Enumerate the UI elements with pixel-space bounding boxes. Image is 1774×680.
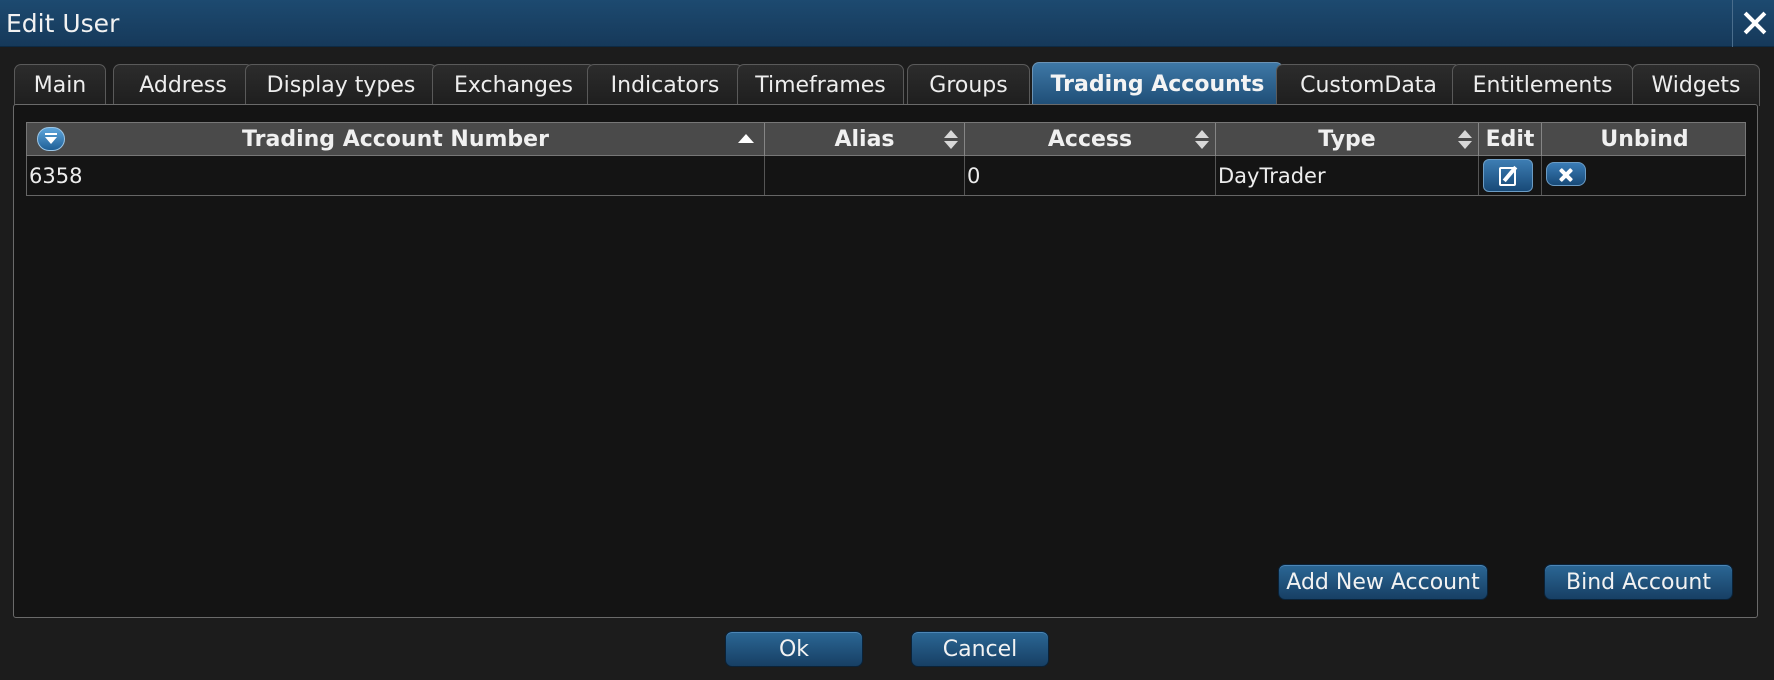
- trading-accounts-grid: Trading Account Number Alias Access Type…: [26, 122, 1746, 196]
- tab-customdata[interactable]: CustomData: [1276, 64, 1461, 106]
- tab-address[interactable]: Address: [113, 64, 253, 106]
- header-trading-account-number[interactable]: Trading Account Number: [27, 123, 765, 156]
- sort-icon: [1458, 130, 1472, 150]
- cell-edit: [1479, 156, 1542, 195]
- header-type[interactable]: Type: [1216, 123, 1479, 156]
- tab-exchanges[interactable]: Exchanges: [432, 64, 595, 106]
- ok-button[interactable]: Ok: [725, 631, 863, 667]
- tab-entitlements[interactable]: Entitlements: [1452, 64, 1633, 106]
- cancel-button[interactable]: Cancel: [911, 631, 1049, 667]
- tab-timeframes[interactable]: Timeframes: [737, 64, 904, 106]
- unbind-x-icon[interactable]: [1546, 162, 1586, 186]
- header-label: Unbind: [1600, 127, 1689, 152]
- cell-access: 0: [965, 156, 1216, 195]
- tab-main[interactable]: Main: [14, 64, 106, 106]
- header-access[interactable]: Access: [965, 123, 1216, 156]
- header-edit: Edit: [1479, 123, 1542, 156]
- tab-display-types[interactable]: Display types: [245, 64, 437, 106]
- filter-dropdown-icon[interactable]: [37, 127, 65, 151]
- tab-trading-accounts[interactable]: Trading Accounts: [1032, 62, 1283, 106]
- cell-type: DayTrader: [1216, 156, 1479, 195]
- cell-alias: [765, 156, 965, 195]
- title-bar: Edit User: [0, 0, 1774, 47]
- header-label: Trading Account Number: [242, 127, 549, 152]
- tab-indicators[interactable]: Indicators: [587, 64, 743, 106]
- header-alias[interactable]: Alias: [765, 123, 965, 156]
- cell-account-number: 6358: [27, 156, 765, 195]
- table-row[interactable]: 6358 0 DayTrader: [26, 156, 1746, 196]
- sort-icon: [1195, 130, 1209, 150]
- tab-groups[interactable]: Groups: [907, 64, 1030, 106]
- bind-account-button[interactable]: Bind Account: [1544, 564, 1733, 600]
- grid-header: Trading Account Number Alias Access Type…: [26, 122, 1746, 156]
- header-label: Access: [1047, 127, 1133, 152]
- tab-widgets[interactable]: Widgets: [1632, 64, 1760, 106]
- cell-unbind: [1542, 156, 1747, 195]
- edit-pencil-icon[interactable]: [1483, 159, 1533, 192]
- add-new-account-button[interactable]: Add New Account: [1278, 564, 1488, 600]
- header-label: Edit: [1485, 127, 1535, 152]
- header-label: Alias: [834, 127, 895, 152]
- close-icon[interactable]: [1732, 0, 1774, 47]
- header-label: Type: [1318, 127, 1376, 152]
- sort-ascending-icon: [738, 134, 754, 143]
- header-unbind: Unbind: [1542, 123, 1747, 156]
- sort-icon: [944, 130, 958, 150]
- trading-accounts-panel: Trading Account Number Alias Access Type…: [13, 104, 1758, 618]
- dialog-title: Edit User: [6, 9, 120, 38]
